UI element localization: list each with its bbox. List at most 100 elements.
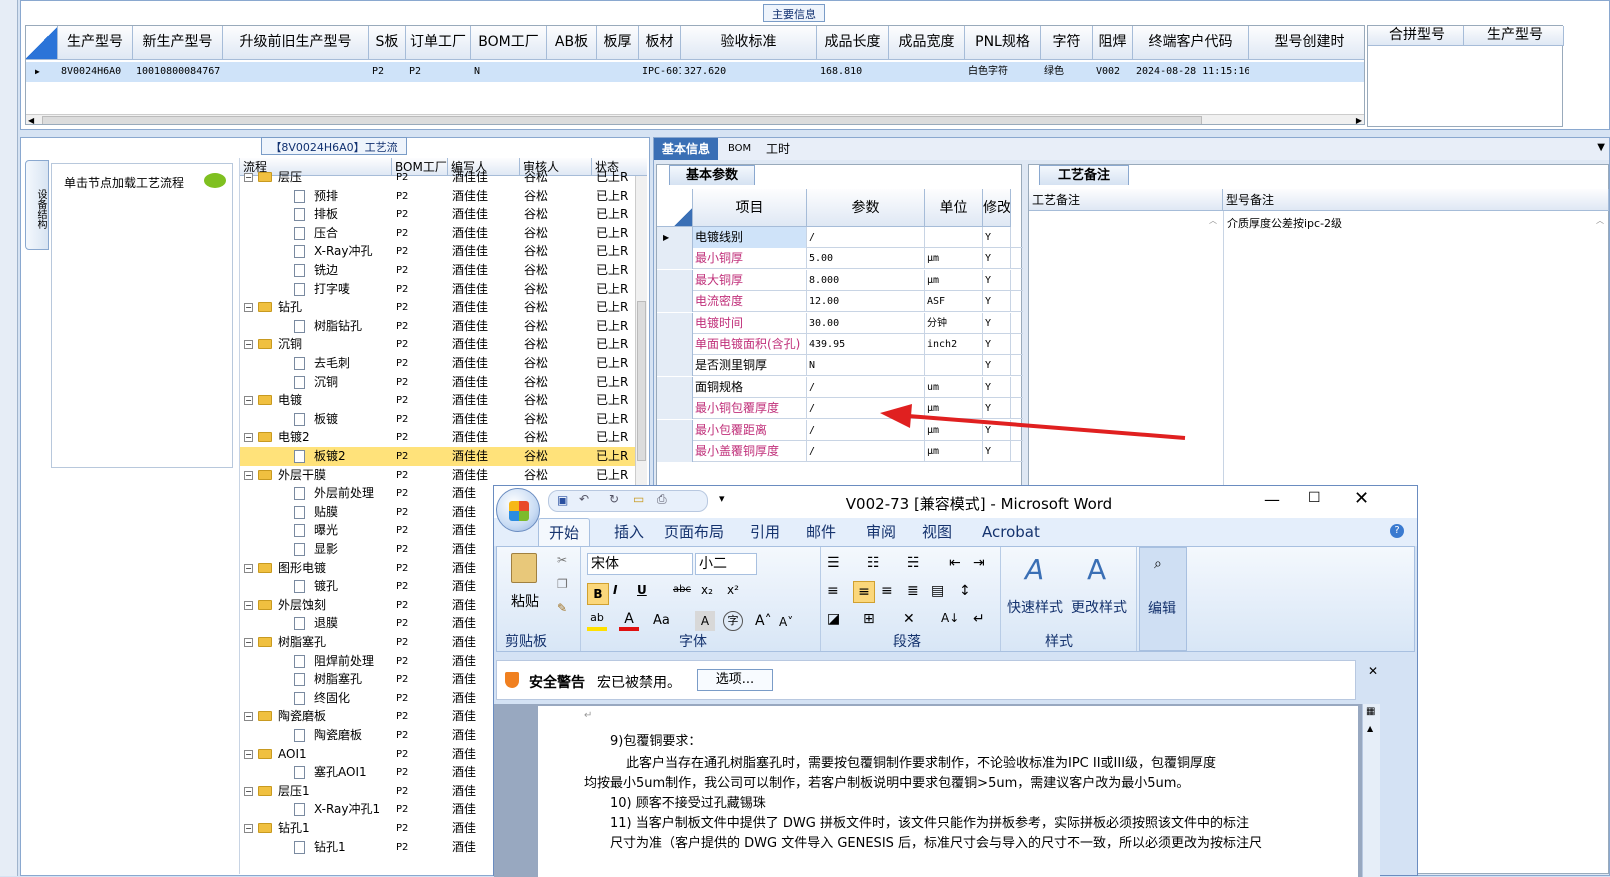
- line-spacing-icon[interactable]: ↕: [959, 583, 971, 599]
- param-cell-0[interactable]: 电镀线别: [693, 227, 807, 248]
- tree-row[interactable]: 预排 P2 酒佳佳 谷松 已上R: [240, 187, 640, 206]
- node-hint-box[interactable]: 单击节点加载工艺流程: [51, 163, 233, 468]
- security-options-button[interactable]: 选项...: [697, 669, 773, 691]
- param-cell-1[interactable]: N: [807, 355, 925, 377]
- param-cell-0[interactable]: 面铜规格: [693, 376, 807, 398]
- tree-row[interactable]: 沉铜 P2 酒佳佳 谷松 已上R: [240, 373, 640, 392]
- param-cell-1[interactable]: 8.000: [807, 269, 925, 291]
- collapse-icon[interactable]: −: [244, 638, 253, 647]
- model-scroll-up-icon[interactable]: ︿: [1596, 215, 1604, 226]
- collapse-icon[interactable]: −: [244, 824, 253, 833]
- binoculars-icon[interactable]: ⌕: [1154, 556, 1162, 572]
- bullets-icon[interactable]: ☰: [827, 555, 840, 571]
- param-cell-0[interactable]: 最小铜厚: [693, 248, 807, 270]
- collapse-icon[interactable]: −: [244, 786, 253, 796]
- remark-scroll-up-icon[interactable]: ︿: [1209, 215, 1217, 226]
- param-cell-3[interactable]: Y: [983, 419, 1011, 441]
- tab-dropdown-icon[interactable]: ▼: [1597, 142, 1605, 153]
- flow-vertical-scrollbar[interactable]: [635, 176, 647, 486]
- param-cell-1[interactable]: 439.95: [807, 334, 925, 355]
- ruler-toggle-icon[interactable]: ▦: [1366, 706, 1375, 717]
- show-marks-icon[interactable]: ↵: [973, 611, 985, 627]
- param-row[interactable]: 电流密度 12.00 ASF Y: [657, 291, 1023, 313]
- param-row[interactable]: 最小铜厚 5.00 μm Y: [657, 248, 1023, 270]
- tree-row[interactable]: 铣边 P2 酒佳佳 谷松 已上R: [240, 261, 640, 280]
- tree-row[interactable]: 压合 P2 酒佳佳 谷松 已上R: [240, 224, 640, 243]
- param-cell-2[interactable]: [925, 355, 983, 377]
- numbering-icon[interactable]: ☷: [867, 555, 880, 571]
- tree-row[interactable]: − 钻孔 P2 酒佳佳 谷松 已上R: [240, 298, 640, 317]
- column-header-10[interactable]: 成品长度: [817, 26, 889, 60]
- param-col-2[interactable]: 单位: [925, 189, 983, 227]
- collapse-icon[interactable]: −: [244, 340, 253, 350]
- ribbon-tab-1[interactable]: 插入: [614, 518, 644, 546]
- cell-14[interactable]: V002: [1093, 62, 1133, 82]
- param-cell-0[interactable]: 最小盖覆铜厚度: [693, 441, 807, 462]
- param-cell-3[interactable]: Y: [983, 355, 1011, 377]
- param-row[interactable]: 单面电镀面积(含孔) 439.95 inch2 Y: [657, 334, 1023, 355]
- strikethrough-button[interactable]: abc: [673, 584, 691, 595]
- ribbon-tab-6[interactable]: 视图: [922, 518, 952, 546]
- ribbon-tab-0[interactable]: 开始: [538, 518, 591, 546]
- param-cell-2[interactable]: um: [925, 376, 983, 398]
- column-header-1[interactable]: 新生产型号: [133, 26, 223, 60]
- param-cell-2[interactable]: μm: [925, 398, 983, 420]
- param-cell-2[interactable]: inch2: [925, 334, 983, 355]
- sort-icon[interactable]: A↓: [941, 611, 959, 625]
- font-size-select[interactable]: 小二: [695, 553, 757, 575]
- param-cell-3[interactable]: Y: [983, 376, 1011, 398]
- cell-10[interactable]: 168.810: [817, 62, 889, 82]
- font-name-select[interactable]: 宋体: [587, 553, 693, 575]
- font-color-icon[interactable]: A: [619, 611, 639, 631]
- collapse-icon[interactable]: −: [244, 433, 253, 443]
- param-cell-3[interactable]: Y: [983, 398, 1011, 420]
- collapse-icon[interactable]: −: [244, 470, 253, 480]
- param-cell-2[interactable]: [925, 227, 983, 248]
- shading-icon[interactable]: ◪: [827, 611, 840, 627]
- column-header-11[interactable]: 成品宽度: [889, 26, 965, 60]
- cell-15[interactable]: 2024-08-28 11:15:16: [1133, 62, 1249, 82]
- param-cell-1[interactable]: /: [807, 398, 925, 420]
- param-row[interactable]: 最小铜包覆厚度 / μm Y: [657, 398, 1023, 420]
- underline-button[interactable]: U: [637, 583, 647, 597]
- tree-row[interactable]: 板镀2 P2 酒佳佳 谷松 已上R: [240, 447, 640, 466]
- tree-row[interactable]: X-Ray冲孔 P2 酒佳佳 谷松 已上R: [240, 242, 640, 261]
- param-cell-1[interactable]: /: [807, 441, 925, 462]
- corner-cell[interactable]: [26, 26, 58, 60]
- param-cell-3[interactable]: Y: [983, 291, 1011, 313]
- qat-customize-icon[interactable]: ▾: [719, 492, 725, 505]
- param-row[interactable]: 是否测里铜厚 N Y: [657, 355, 1023, 377]
- remark-col-process[interactable]: 工艺备注: [1029, 189, 1223, 211]
- column-header-8[interactable]: 板材: [639, 26, 681, 60]
- close-button[interactable]: ✕: [1354, 488, 1369, 509]
- column-header-5[interactable]: BOM工厂: [471, 26, 547, 60]
- tab-work-hours[interactable]: 工时: [758, 138, 798, 160]
- word-scroll-up-icon[interactable]: ▲: [1367, 724, 1373, 733]
- save-icon[interactable]: ▣: [557, 493, 568, 507]
- remark-col-model[interactable]: 型号备注: [1223, 189, 1609, 211]
- tab-basic-info[interactable]: 基本信息: [654, 138, 719, 160]
- char-shading-icon[interactable]: A: [695, 611, 715, 631]
- column-header-3[interactable]: S板: [369, 26, 406, 60]
- param-cell-2[interactable]: 分钟: [925, 312, 983, 334]
- tree-row[interactable]: − 电镀 P2 酒佳佳 谷松 已上R: [240, 391, 640, 410]
- flow-scroll-thumb[interactable]: [637, 301, 646, 461]
- ribbon-tab-4[interactable]: 邮件: [806, 518, 836, 546]
- param-cell-0[interactable]: 电流密度: [693, 291, 807, 313]
- edit-button[interactable]: 编辑: [1148, 598, 1176, 618]
- param-cell-1[interactable]: /: [807, 419, 925, 441]
- change-case-icon[interactable]: Aa: [653, 613, 670, 628]
- ribbon-tab-5[interactable]: 审阅: [866, 518, 896, 546]
- param-cell-2[interactable]: ASF: [925, 291, 983, 313]
- undo-icon[interactable]: ↶: [579, 492, 589, 506]
- paste-icon[interactable]: [511, 553, 537, 583]
- office-button[interactable]: [496, 488, 540, 532]
- column-header-13[interactable]: 字符: [1041, 26, 1093, 60]
- device-structure-tab[interactable]: 设备结构: [25, 160, 49, 250]
- tree-row[interactable]: 去毛刺 P2 酒佳佳 谷松 已上R: [240, 354, 640, 373]
- multilevel-list-icon[interactable]: ☵: [907, 555, 920, 571]
- cell-0[interactable]: 8V0024H6A0: [58, 62, 133, 82]
- remark-tab[interactable]: 工艺备注: [1039, 165, 1129, 185]
- column-header-15[interactable]: 终端客户代码: [1133, 26, 1249, 60]
- italic-button[interactable]: I: [613, 583, 617, 597]
